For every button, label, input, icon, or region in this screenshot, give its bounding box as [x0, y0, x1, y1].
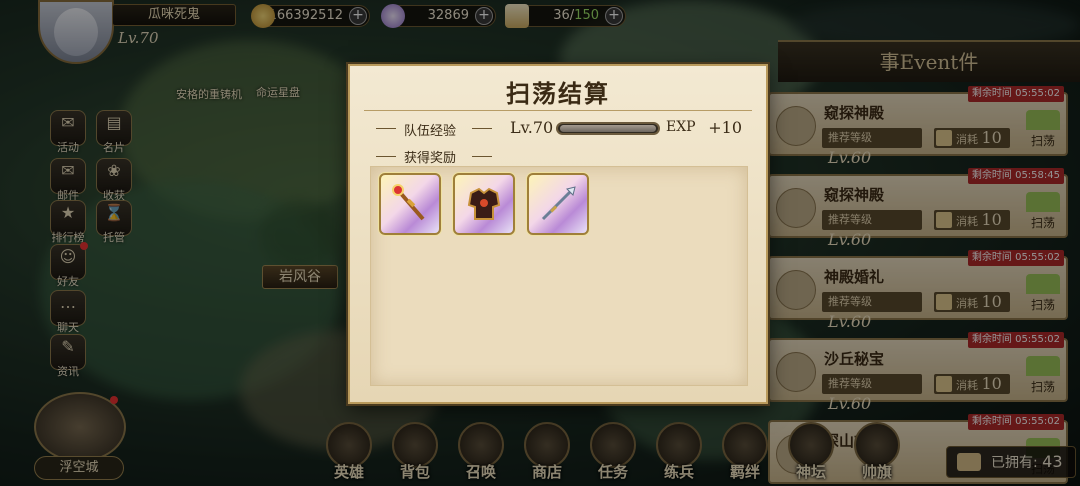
rewards-row: 获得奖励	[360, 146, 560, 166]
reward-item-staff[interactable]	[379, 173, 441, 235]
team-exp-row: 队伍经验 Lv.70 EXP +10	[360, 118, 756, 140]
reward-list	[370, 166, 748, 386]
sweep-result-dialog: 扫荡结算 队伍经验 Lv.70 EXP +10 获得奖励	[348, 64, 768, 404]
armor-icon	[467, 187, 501, 220]
spear-icon	[541, 186, 576, 221]
divider	[364, 110, 752, 111]
team-exp-label: 队伍经验	[404, 124, 457, 139]
divider	[472, 156, 492, 157]
divider	[376, 156, 396, 157]
staff-icon	[392, 184, 425, 221]
reward-item-armor[interactable]	[453, 173, 515, 235]
exp-progress-bar	[556, 122, 660, 135]
exp-progress-fill	[560, 125, 656, 132]
team-level: Lv.70	[510, 118, 554, 137]
exp-unit: EXP	[666, 119, 696, 135]
divider	[472, 128, 492, 129]
reward-item-spear[interactable]	[527, 173, 589, 235]
exp-gain: +10	[708, 118, 742, 137]
rewards-label: 获得奖励	[404, 151, 457, 166]
dialog-title: 扫荡结算	[506, 80, 610, 108]
divider	[376, 128, 396, 129]
